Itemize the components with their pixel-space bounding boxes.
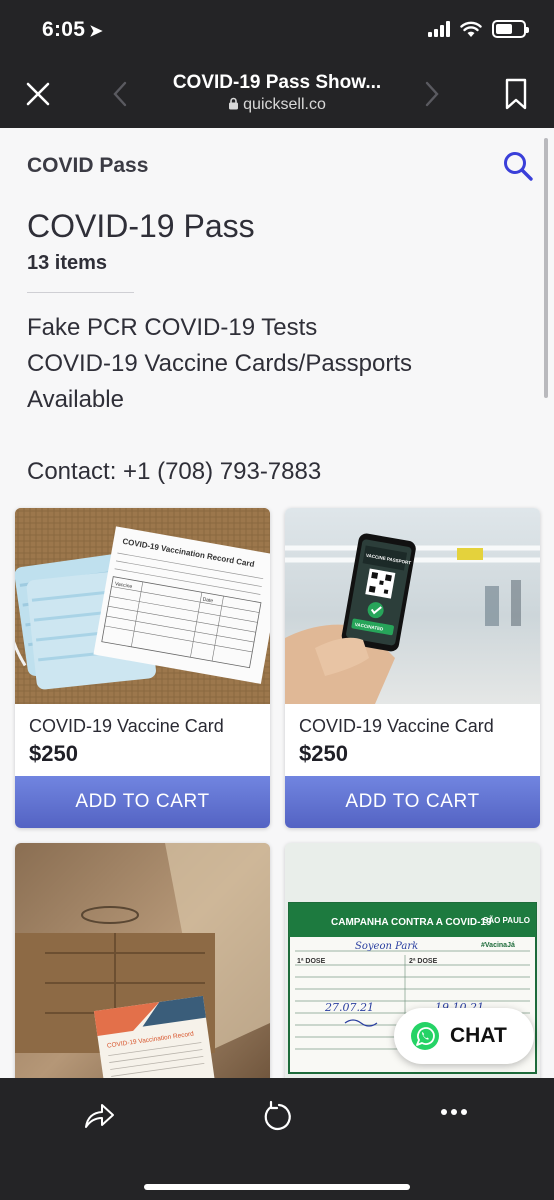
product-card[interactable]: COVID-19 Vaccination Record Card Vaccine… xyxy=(15,508,270,828)
chat-label: CHAT xyxy=(450,1024,507,1047)
more-options-icon[interactable] xyxy=(440,1108,468,1116)
dose-2-label: 2ª DOSE xyxy=(409,958,438,965)
status-time: 6:05 ➤ xyxy=(42,18,103,42)
page-scrollbar[interactable] xyxy=(544,138,548,398)
bookmark-icon[interactable] xyxy=(504,78,528,110)
product-image[interactable]: COVID-19 Vaccination Record xyxy=(15,843,270,1078)
product-price: $250 xyxy=(29,741,78,766)
vaccine-passport-phone-photo: VACCINE PASSPORT VACCINATED xyxy=(285,508,540,704)
item-count: 13 items xyxy=(27,252,108,274)
description-line: COVID-19 Vaccine Cards/Passports xyxy=(27,350,413,377)
vacina-tag: #VacinaJá xyxy=(481,942,515,949)
product-card[interactable]: VACCINE PASSPORT VACCINATED COVID-19 Vac… xyxy=(285,508,540,828)
product-card[interactable]: COVID-19 Vaccination Record xyxy=(15,843,270,1078)
home-indicator[interactable] xyxy=(144,1184,410,1190)
cellular-signal-icon xyxy=(428,21,450,37)
handwritten-name: Soyeon Park xyxy=(355,941,418,952)
vaccination-card-photo: COVID-19 Vaccination Record Card Vaccine… xyxy=(15,508,270,704)
status-indicators xyxy=(428,20,529,38)
description-line: Available xyxy=(27,386,124,413)
browser-toolbar xyxy=(0,1078,554,1200)
product-name[interactable]: COVID-19 Vaccine Card xyxy=(15,704,270,737)
close-icon[interactable] xyxy=(24,80,52,108)
catalog-page[interactable]: COVID Pass COVID-19 Pass 13 items Fake P… xyxy=(0,128,554,1078)
product-image[interactable]: COVID-19 Vaccination Record Card Vaccine… xyxy=(15,508,270,704)
url-display[interactable]: quicksell.co xyxy=(140,96,414,114)
product-name[interactable]: COVID-19 Vaccine Card xyxy=(285,704,540,737)
add-to-cart-button[interactable]: ADD TO CART xyxy=(285,776,540,828)
reload-icon[interactable] xyxy=(261,1100,293,1132)
location-icon: ➤ xyxy=(89,23,103,40)
divider xyxy=(27,292,134,293)
chat-button[interactable]: CHAT xyxy=(394,1008,534,1064)
browser-chrome: 6:05 ➤ COVID-19 Pass Show... quicksell.co xyxy=(0,0,554,128)
page-title: COVID-19 Pass Show... xyxy=(172,72,382,93)
product-price: $250 xyxy=(299,741,348,766)
product-image[interactable]: VACCINE PASSPORT VACCINATED xyxy=(285,508,540,704)
add-to-cart-button[interactable]: ADD TO CART xyxy=(15,776,270,828)
wifi-icon xyxy=(460,21,482,37)
description-line: Fake PCR COVID-19 Tests xyxy=(27,314,318,341)
back-chevron-icon[interactable] xyxy=(112,80,128,108)
url-text: quicksell.co xyxy=(243,96,326,113)
handwritten-date-1: 27.07.21 xyxy=(324,1001,374,1014)
share-icon[interactable] xyxy=(82,1100,116,1130)
record-card-room-photo: COVID-19 Vaccination Record xyxy=(15,843,270,1078)
forward-chevron-icon[interactable] xyxy=(424,80,440,108)
search-icon[interactable] xyxy=(502,150,534,182)
catalog-title: COVID-19 Pass xyxy=(27,208,255,244)
dose-1-label: 1ª DOSE xyxy=(297,958,326,965)
store-name[interactable]: COVID Pass xyxy=(27,154,148,178)
catalog-description: Fake PCR COVID-19 Tests COVID-19 Vaccine… xyxy=(27,310,507,490)
battery-icon xyxy=(492,20,529,38)
contact-info: Contact: +1 (708) 793-7883 xyxy=(27,458,322,485)
sao-paulo-brand: SÃO PAULO xyxy=(483,916,530,925)
status-time-text: 6:05 xyxy=(42,18,86,41)
campaign-header: CAMPANHA CONTRA A COVID-19 xyxy=(331,917,492,928)
whatsapp-icon xyxy=(411,1022,439,1050)
lock-icon xyxy=(229,97,239,110)
